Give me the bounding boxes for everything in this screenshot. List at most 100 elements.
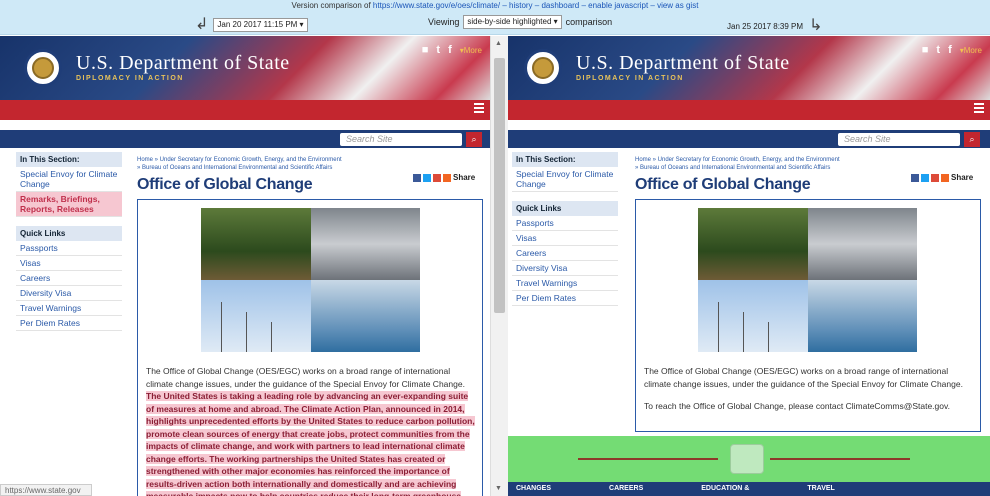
intro-paragraph: The Office of Global Change (OES/EGC) wo… <box>146 365 477 496</box>
quick-link-per-diem[interactable]: Per Diem Rates <box>16 316 122 331</box>
iceberg-photo <box>310 280 420 352</box>
social-links: ■ t f ▾More <box>922 44 982 56</box>
twitter-icon[interactable]: t <box>436 44 440 56</box>
sidebar-item-special-envoy[interactable]: Special Envoy for Climate Change <box>16 167 122 192</box>
twitter-icon[interactable]: t <box>936 44 940 56</box>
brand[interactable]: U.S. Department of State DIPLOMACY IN AC… <box>76 53 290 82</box>
quick-link-travel-warnings[interactable]: Travel Warnings <box>512 276 618 291</box>
brand-tagline: DIPLOMACY IN ACTION <box>76 75 184 82</box>
climate-photo-collage <box>698 208 917 352</box>
social-links: ■ t f ▾More <box>422 44 482 56</box>
twitter-share-icon[interactable] <box>921 173 929 182</box>
breadcrumb-home[interactable]: Home » Under Secretary for Economic Grow… <box>635 156 981 164</box>
footer-band <box>508 436 990 482</box>
curved-arrow-icon: ↳ <box>809 17 823 34</box>
brand[interactable]: U.S. Department of State DIPLOMACY IN AC… <box>576 53 790 82</box>
footer-tab-careers[interactable]: CAREERS <box>609 482 643 496</box>
footer-tab-changes[interactable]: CHANGES <box>516 482 551 496</box>
iceberg-photo <box>807 280 917 352</box>
scroll-down-icon[interactable]: ▼ <box>495 485 502 492</box>
stormy-sea-photo <box>310 208 420 280</box>
addthis-icon[interactable] <box>443 173 451 182</box>
site-header: U.S. Department of State DIPLOMACY IN AC… <box>508 36 990 100</box>
facebook-icon[interactable]: f <box>948 44 952 56</box>
search-input[interactable]: Search Site <box>340 133 462 146</box>
share-label: Share <box>453 173 476 182</box>
state-seal-icon <box>24 49 62 87</box>
facebook-share-icon[interactable] <box>413 173 421 182</box>
quick-link-careers[interactable]: Careers <box>16 271 122 286</box>
facebook-icon[interactable]: f <box>448 44 452 56</box>
quick-links-header: Quick Links <box>512 201 618 216</box>
scroll-up-icon[interactable]: ▲ <box>495 40 502 47</box>
quick-link-travel-warnings[interactable]: Travel Warnings <box>16 301 122 316</box>
brand-tagline: DIPLOMACY IN ACTION <box>576 75 684 82</box>
share-widget[interactable]: Share <box>911 173 973 182</box>
intro-paragraph: The Office of Global Change (OES/EGC) wo… <box>644 366 963 389</box>
footer-nav: CHANGES CAREERS EDUCATION & TRAVEL <box>508 482 990 496</box>
search-button[interactable]: ⌕ <box>466 132 482 147</box>
search-input[interactable]: Search Site <box>838 133 960 146</box>
comparison-header: Version comparison of https://www.state.… <box>0 0 990 12</box>
right-version: Jan 25 2017 8:39 PM ↳ <box>727 17 823 34</box>
page-url-link[interactable]: https://www.state.gov/e/oes/climate/ <box>373 1 500 10</box>
comparison-toolbar: Version comparison of https://www.state.… <box>0 0 990 35</box>
quick-link-diversity-visa[interactable]: Diversity Visa <box>512 261 618 276</box>
menu-bar <box>508 100 990 120</box>
left-date-select[interactable]: Jan 20 2017 11:15 PM ▾ <box>213 18 308 32</box>
brand-name: U.S. Department of State <box>576 52 790 74</box>
search-bar: Search Site ⌕ <box>508 130 990 148</box>
video-icon[interactable]: ■ <box>422 44 429 56</box>
breadcrumb-bureau[interactable]: » Bureau of Oceans and International Env… <box>137 164 483 172</box>
status-bar-url: https://www.state.gov <box>0 484 92 496</box>
search-bar: Search Site ⌕ <box>0 130 490 148</box>
menu-bar <box>0 100 490 120</box>
gplus-share-icon[interactable] <box>433 173 441 182</box>
view-mode-select[interactable]: side-by-side highlighted ▾ <box>463 15 562 29</box>
right-date-label[interactable]: Jan 25 2017 8:39 PM <box>727 22 803 31</box>
breadcrumb-bureau[interactable]: » Bureau of Oceans and International Env… <box>635 164 981 172</box>
quick-link-visas[interactable]: Visas <box>16 256 122 271</box>
quick-link-passports[interactable]: Passports <box>512 216 618 231</box>
footer-divider-right <box>770 458 910 460</box>
footer-tab-education[interactable]: EDUCATION & <box>701 482 749 496</box>
quick-link-visas[interactable]: Visas <box>512 231 618 246</box>
forest-photo <box>201 208 311 280</box>
stormy-sea-photo <box>807 208 917 280</box>
left-pane-scrollbar[interactable]: ▲ ▼ <box>490 36 508 496</box>
search-button[interactable]: ⌕ <box>964 132 980 147</box>
sidebar-item-special-envoy[interactable]: Special Envoy for Climate Change <box>512 167 618 192</box>
more-link[interactable]: ▾More <box>960 46 982 55</box>
more-link[interactable]: ▾More <box>460 46 482 55</box>
share-widget[interactable]: Share <box>413 173 475 182</box>
toolbar-links[interactable]: – history – dashboard – enable javascrip… <box>500 1 698 10</box>
sidebar-item-remarks[interactable]: Remarks, Briefings, Reports, Releases <box>16 192 122 217</box>
left-sidebar: In This Section: Special Envoy for Clima… <box>16 152 122 331</box>
intro-plain-text: The Office of Global Change (OES/EGC) wo… <box>146 366 465 389</box>
breadcrumb-home[interactable]: Home » Under Secretary for Economic Grow… <box>137 156 483 164</box>
twitter-share-icon[interactable] <box>423 173 431 182</box>
view-mode: Viewing side-by-side highlighted ▾ compa… <box>428 15 612 29</box>
addthis-icon[interactable] <box>941 173 949 182</box>
video-icon[interactable]: ■ <box>922 44 929 56</box>
footer-divider-left <box>578 458 718 460</box>
facebook-share-icon[interactable] <box>911 173 919 182</box>
right-pane: U.S. Department of State DIPLOMACY IN AC… <box>508 36 990 496</box>
quick-link-per-diem[interactable]: Per Diem Rates <box>512 291 618 306</box>
comparison-label: comparison <box>565 17 613 27</box>
gplus-share-icon[interactable] <box>931 173 939 182</box>
share-label: Share <box>951 173 974 182</box>
left-version: ↲ Jan 20 2017 11:15 PM ▾ <box>195 17 308 33</box>
quick-link-diversity-visa[interactable]: Diversity Visa <box>16 286 122 301</box>
hamburger-icon[interactable] <box>474 103 484 113</box>
forest-photo <box>698 208 808 280</box>
footer-tab-travel[interactable]: TRAVEL <box>807 482 834 496</box>
quick-links-header: Quick Links <box>16 226 122 241</box>
quick-link-careers[interactable]: Careers <box>512 246 618 261</box>
removed-text-highlight: The United States is taking a leading ro… <box>146 391 475 496</box>
hamburger-icon[interactable] <box>974 103 984 113</box>
quick-link-passports[interactable]: Passports <box>16 241 122 256</box>
contact-paragraph: To reach the Office of Global Change, pl… <box>644 401 950 411</box>
brand-name: U.S. Department of State <box>76 52 290 74</box>
scroll-thumb[interactable] <box>494 58 505 313</box>
